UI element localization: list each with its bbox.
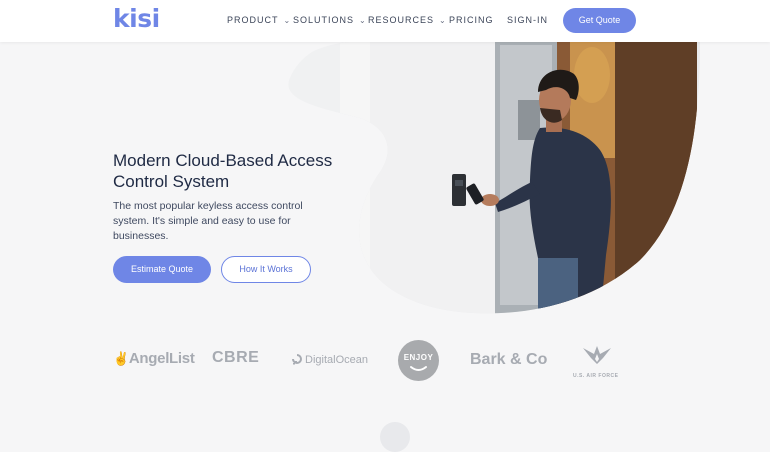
enjoy-logo: ENJOY	[398, 340, 439, 381]
chevron-down-icon: ⌄	[439, 16, 447, 25]
nav-pricing[interactable]: PRICING	[449, 15, 494, 25]
estimate-quote-button[interactable]: Estimate Quote	[113, 256, 211, 283]
nav-product[interactable]: PRODUCT ⌄	[227, 15, 291, 25]
hero-title: Modern Cloud-Based Access Control System	[113, 151, 333, 191]
chevron-down-icon: ⌄	[283, 16, 292, 25]
digitalocean-logo-text: DigitalOcean	[305, 354, 368, 366]
chevron-down-icon: ⌄	[359, 16, 367, 25]
nav-resources[interactable]: RESOURCES ⌄	[368, 15, 447, 25]
how-it-works-button[interactable]: How It Works	[221, 256, 311, 283]
air-force-logo-text: U.S. AIR FORCE	[573, 373, 619, 379]
digitalocean-icon	[292, 354, 302, 365]
nav-resources-label: RESOURCES	[368, 15, 435, 25]
digitalocean-logo: DigitalOcean	[291, 353, 368, 366]
bark-and-co-logo: Bark & Co	[470, 351, 548, 368]
air-force-wings-icon	[583, 346, 611, 364]
hero-description: The most popular keyless access control …	[113, 200, 303, 242]
angellist-logo: ✌AngelList	[113, 350, 195, 367]
top-navigation-bar: kisi PRODUCT ⌄ SOLUTIONS ⌄ RESOURCES ⌄ PRIC…	[0, 0, 770, 42]
get-quote-button[interactable]: Get Quote	[563, 8, 636, 33]
nav-product-label: PRODUCT	[227, 15, 279, 25]
angellist-hand-icon: ✌	[113, 351, 129, 366]
enjoy-smile-icon	[410, 366, 427, 371]
kisi-logo[interactable]: kisi	[113, 4, 160, 33]
nav-solutions[interactable]: SOLUTIONS ⌄	[293, 15, 367, 25]
nav-sign-in[interactable]: SIGN-IN	[507, 15, 548, 25]
angellist-logo-text: AngelList	[128, 350, 195, 367]
scroll-indicator	[380, 422, 410, 452]
nav-solutions-label: SOLUTIONS	[293, 15, 355, 25]
cbre-logo: CBRE	[212, 349, 260, 366]
